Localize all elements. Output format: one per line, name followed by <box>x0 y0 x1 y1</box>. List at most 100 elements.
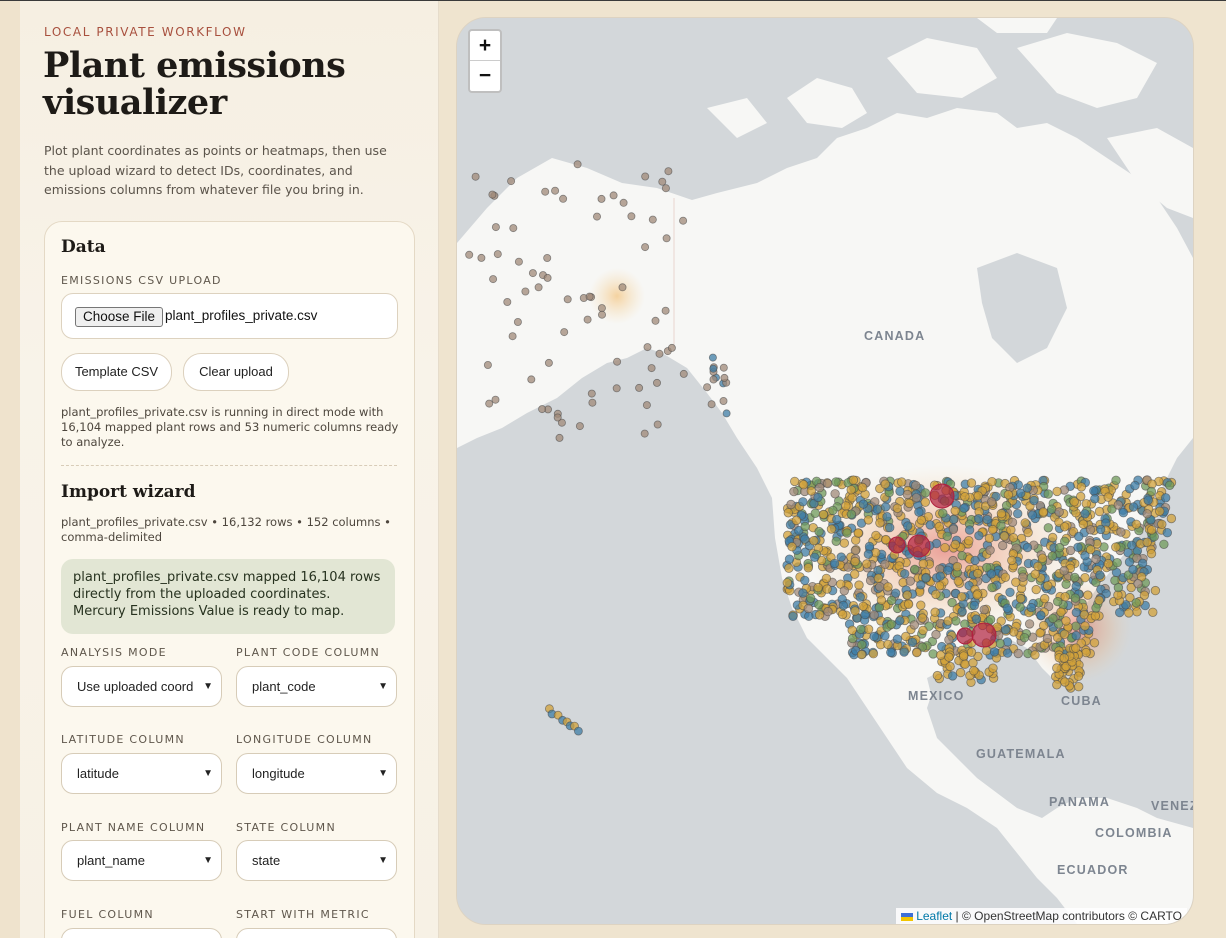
plant-marker[interactable] <box>573 160 582 169</box>
plant-marker[interactable] <box>809 536 819 546</box>
plant-marker[interactable] <box>491 395 500 404</box>
plant-marker[interactable] <box>803 563 814 573</box>
plant-marker[interactable] <box>709 364 718 373</box>
plant-marker[interactable] <box>828 505 838 516</box>
plant-marker[interactable] <box>587 389 596 398</box>
plant-marker[interactable] <box>815 482 825 493</box>
plant-marker[interactable] <box>987 582 997 593</box>
plant-marker[interactable] <box>911 493 922 503</box>
plant-marker[interactable] <box>950 539 961 550</box>
plant-marker[interactable] <box>952 562 963 572</box>
plant-marker[interactable] <box>514 257 523 266</box>
plant-marker[interactable] <box>986 569 997 579</box>
plant-marker[interactable] <box>798 497 808 507</box>
plant-marker[interactable] <box>1018 572 1028 582</box>
plant-marker[interactable] <box>966 647 977 657</box>
plant-marker[interactable] <box>1089 486 1099 496</box>
plant-marker[interactable] <box>810 508 821 519</box>
plant-marker[interactable] <box>836 552 846 562</box>
plant-marker[interactable] <box>1103 558 1114 569</box>
plant-marker[interactable] <box>916 600 926 610</box>
plant-marker[interactable] <box>534 283 543 292</box>
plant-marker[interactable] <box>1056 607 1066 617</box>
plant-marker[interactable] <box>1002 648 1013 658</box>
plant-marker[interactable] <box>902 590 913 600</box>
emissions-hotspot-marker[interactable] <box>907 534 931 558</box>
plant-marker[interactable] <box>814 610 825 620</box>
plant-marker[interactable] <box>798 588 808 598</box>
plant-marker[interactable] <box>940 543 950 553</box>
plant-marker[interactable] <box>883 582 893 592</box>
plant-marker[interactable] <box>974 531 984 541</box>
plant-marker[interactable] <box>1111 475 1121 486</box>
plant-marker[interactable] <box>784 554 795 564</box>
plant-marker[interactable] <box>882 512 892 522</box>
file-upload-field[interactable]: Choose File plant_profiles_private.csv <box>61 293 398 339</box>
plant-marker[interactable] <box>1155 506 1165 517</box>
plant-marker[interactable] <box>850 569 860 579</box>
plant-marker[interactable] <box>895 616 905 626</box>
plant-marker[interactable] <box>881 534 891 545</box>
zoom-out-button[interactable]: − <box>470 61 500 91</box>
plant-marker[interactable] <box>555 433 564 442</box>
plant-marker[interactable] <box>948 524 959 535</box>
plant-marker[interactable] <box>917 613 928 623</box>
plant-marker[interactable] <box>951 616 961 626</box>
plant-marker[interactable] <box>911 480 921 491</box>
plant-marker[interactable] <box>905 576 916 586</box>
plant-marker[interactable] <box>722 409 731 418</box>
plant-marker[interactable] <box>1071 630 1081 641</box>
plant-marker[interactable] <box>1007 555 1017 566</box>
plant-marker[interactable] <box>916 515 927 525</box>
plant-marker[interactable] <box>973 491 983 501</box>
plant-marker[interactable] <box>902 489 913 500</box>
plant-marker[interactable] <box>966 478 977 488</box>
plant-marker[interactable] <box>930 607 940 617</box>
plant-marker[interactable] <box>883 639 893 650</box>
plant-marker[interactable] <box>873 573 884 583</box>
plant-marker[interactable] <box>1094 595 1104 606</box>
plant-marker[interactable] <box>932 670 943 681</box>
plant-marker[interactable] <box>1052 680 1062 690</box>
plant-marker[interactable] <box>921 573 931 583</box>
fuel-column-select[interactable] <box>61 928 222 938</box>
plant-marker[interactable] <box>935 571 946 581</box>
plant-marker[interactable] <box>904 498 915 509</box>
plant-marker[interactable] <box>1023 527 1033 538</box>
plant-marker[interactable] <box>719 396 728 405</box>
plant-marker[interactable] <box>880 502 891 512</box>
plant-marker[interactable] <box>1060 522 1070 532</box>
plant-marker[interactable] <box>1024 619 1035 629</box>
emissions-hotspot-marker[interactable] <box>929 483 955 509</box>
plant-marker[interactable] <box>875 582 885 592</box>
plant-marker[interactable] <box>543 253 552 262</box>
plant-marker[interactable] <box>560 328 569 337</box>
plant-marker[interactable] <box>1128 502 1139 512</box>
plant-marker[interactable] <box>1127 540 1137 551</box>
plant-marker[interactable] <box>648 215 657 224</box>
emissions-hotspot-marker[interactable] <box>888 536 906 554</box>
plant-marker[interactable] <box>1060 536 1070 547</box>
plant-marker[interactable] <box>643 343 652 352</box>
plant-marker[interactable] <box>880 631 890 641</box>
plant-marker[interactable] <box>1059 653 1069 663</box>
plant-marker[interactable] <box>1142 509 1152 519</box>
plant-marker[interactable] <box>720 373 729 382</box>
plant-marker[interactable] <box>814 526 824 537</box>
plant-marker[interactable] <box>858 601 868 612</box>
plant-marker[interactable] <box>1026 602 1037 613</box>
plant-marker[interactable] <box>914 507 924 517</box>
plant-marker[interactable] <box>551 186 560 195</box>
plant-marker[interactable] <box>909 620 920 630</box>
plant-marker[interactable] <box>875 518 885 528</box>
plant-marker[interactable] <box>508 332 517 341</box>
plant-marker[interactable] <box>960 619 970 629</box>
plant-marker[interactable] <box>868 649 879 659</box>
plant-marker[interactable] <box>920 488 931 498</box>
plant-marker[interactable] <box>1142 537 1152 548</box>
plant-marker[interactable] <box>1019 633 1030 643</box>
plant-marker[interactable] <box>1095 570 1105 580</box>
plant-marker[interactable] <box>1022 542 1033 553</box>
plant-marker[interactable] <box>503 297 512 306</box>
plant-marker[interactable] <box>1030 650 1040 660</box>
